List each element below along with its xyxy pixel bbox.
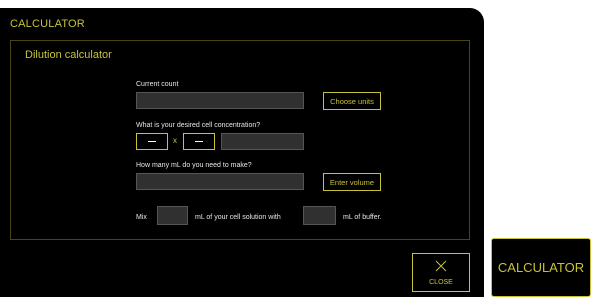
close-label: CLOSE (429, 279, 453, 286)
mix-suffix-text: mL of buffer. (343, 214, 382, 221)
mix-prefix-text: Mix (136, 214, 147, 221)
choose-units-button[interactable]: Choose units (323, 92, 381, 110)
dilution-panel: Dilution calculator Current count Choose… (10, 40, 470, 240)
mix-buffer-volume-field[interactable] (303, 206, 336, 225)
current-count-label: Current count (136, 81, 179, 88)
close-button[interactable]: CLOSE (412, 253, 470, 292)
enter-volume-button[interactable]: Enter volume (323, 173, 381, 191)
dash-icon (148, 140, 156, 143)
current-count-field[interactable] (136, 92, 304, 109)
concentration-label: What is your desired cell concentration? (136, 122, 261, 129)
dash-icon (195, 140, 203, 143)
mix-middle-text: mL of your cell solution with (195, 214, 281, 221)
concentration-field[interactable] (221, 133, 304, 150)
calculator-modal: CALCULATOR Dilution calculator Current c… (0, 8, 484, 297)
modal-title: CALCULATOR (10, 18, 85, 30)
mix-cell-volume-field[interactable] (157, 206, 188, 225)
mantissa-button[interactable] (136, 133, 168, 150)
multiply-sign: x (173, 136, 177, 145)
exponent-button[interactable] (183, 133, 215, 150)
volume-label: How many mL do you need to make? (136, 162, 252, 169)
calculator-button[interactable]: CALCULATOR (491, 238, 591, 297)
volume-field[interactable] (136, 173, 304, 190)
close-icon (435, 260, 447, 272)
panel-title: Dilution calculator (25, 49, 112, 61)
